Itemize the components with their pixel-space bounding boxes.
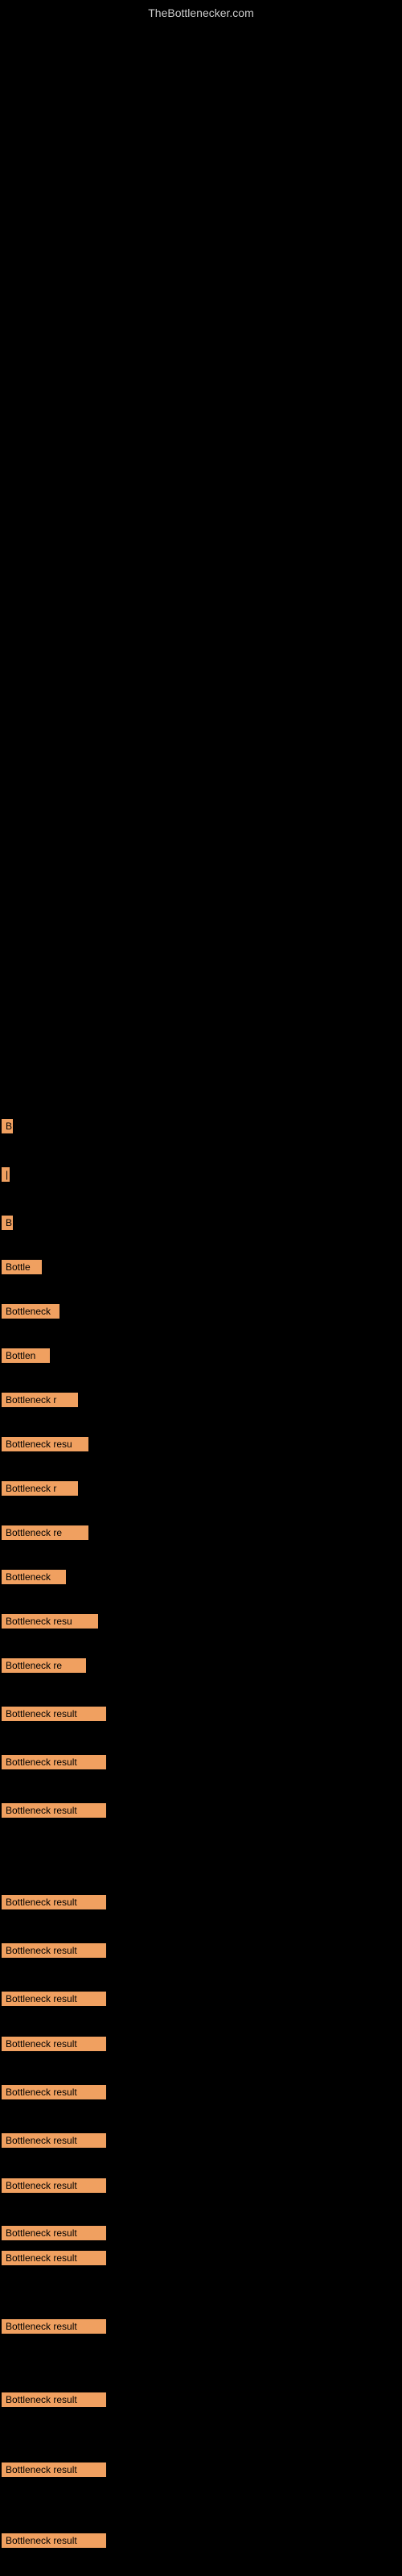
bottleneck-result-label: Bottleneck result xyxy=(2,2392,106,2407)
bottleneck-result-label: Bottleneck result xyxy=(2,2533,106,2548)
bottleneck-result-label: B xyxy=(2,1216,13,1230)
bottleneck-result-label: Bottleneck result xyxy=(2,2319,106,2334)
bottleneck-result-label: B xyxy=(2,1119,13,1133)
bottleneck-result-label: Bottleneck result xyxy=(2,1895,106,1909)
bottleneck-result-label: Bottleneck result xyxy=(2,1803,106,1818)
bottleneck-result-label: Bottleneck result xyxy=(2,1992,106,2006)
bottleneck-result-label: Bottleneck resu xyxy=(2,1437,88,1451)
bottleneck-result-label: Bottleneck re xyxy=(2,1525,88,1540)
bottleneck-result-label: Bottleneck result xyxy=(2,1755,106,1769)
bottleneck-result-label: Bottleneck result xyxy=(2,2085,106,2099)
bottleneck-result-label: Bottleneck result xyxy=(2,2226,106,2240)
bottleneck-result-label: Bottleneck r xyxy=(2,1481,78,1496)
bottleneck-result-label: Bottle xyxy=(2,1260,42,1274)
bottleneck-result-label: Bottleneck result xyxy=(2,2178,106,2193)
bottleneck-result-label: Bottleneck re xyxy=(2,1658,86,1673)
bottleneck-result-label: Bottleneck result xyxy=(2,2251,106,2265)
bottleneck-result-label: Bottleneck resu xyxy=(2,1614,98,1629)
bottleneck-result-label: Bottleneck r xyxy=(2,1393,78,1407)
bottleneck-result-label: Bottleneck result xyxy=(2,1707,106,1721)
site-title: TheBottlenecker.com xyxy=(148,6,254,19)
bottleneck-result-label: Bottleneck result xyxy=(2,1943,106,1958)
bottleneck-result-label: Bottleneck result xyxy=(2,2462,106,2477)
bottleneck-result-label: Bottleneck result xyxy=(2,2133,106,2148)
bottleneck-result-label: Bottleneck xyxy=(2,1570,66,1584)
bottleneck-result-label: Bottleneck result xyxy=(2,2037,106,2051)
bottleneck-result-label: | xyxy=(2,1167,10,1182)
bottleneck-result-label: Bottlen xyxy=(2,1348,50,1363)
bottleneck-result-label: Bottleneck xyxy=(2,1304,59,1319)
